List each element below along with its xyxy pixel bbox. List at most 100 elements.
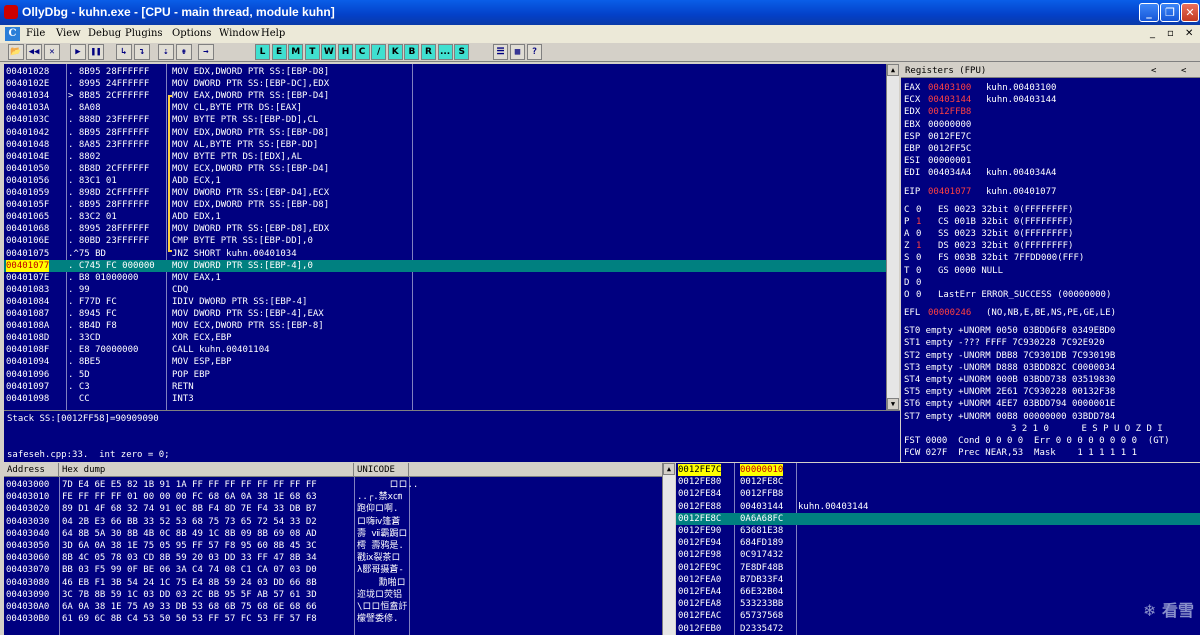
fpu-st2[interactable]: ST2 empty -UNORM DBB8 7C9301DB 7C93019B	[904, 350, 1194, 362]
flag-value[interactable]: 0	[916, 277, 921, 289]
disassembly-scrollbar[interactable]: ▲ ▼	[886, 64, 899, 410]
dump-row[interactable]: 00403060 8B 4C 05 78 03 CD 8B 59 20 03 DD…	[4, 552, 662, 564]
flag-p[interactable]: P 1 CS 001B 32bit 0(FFFFFFFF)	[904, 216, 1194, 228]
register-value[interactable]: 00000246	[928, 307, 971, 319]
scroll-down-icon[interactable]: ▼	[887, 398, 899, 410]
disasm-row[interactable]: 00401065 . 83C2 01 ADD EDX,1	[4, 211, 886, 223]
register-value[interactable]: 0012FF5C	[928, 143, 971, 155]
register-value[interactable]: 0012FE7C	[928, 131, 971, 143]
fpu-status-word[interactable]: FST 0000 Cond 0 0 0 0 Err 0 0 0 0 0 0 0 …	[904, 435, 1170, 447]
register-edx[interactable]: EDX 0012FFB8	[904, 106, 1194, 118]
disasm-row[interactable]: 0040105F . 8B95 28FFFFFF MOV EDX,DWORD PTR…	[4, 199, 886, 211]
register-esi[interactable]: ESI 00000001	[904, 155, 1194, 167]
menu-view[interactable]: View	[56, 28, 81, 39]
dump-row[interactable]: 00403020 89 D1 4F 68 32 74 91 0C 8B F4 8D…	[4, 503, 662, 515]
toolbar-window-12[interactable]: S	[454, 44, 470, 60]
disassembly-pane[interactable]: 00401028 . 8B95 28FFFFFF MOV EDX,DWORD PTR…	[4, 64, 886, 410]
menu-plugins[interactable]: Plugins	[125, 28, 163, 39]
disasm-row[interactable]: 00401084 . F77D FC IDIV DWORD PTR SS:[EBP-…	[4, 296, 886, 308]
mdi-restore-button[interactable]: ▫	[1167, 28, 1174, 39]
disasm-row[interactable]: 00401028 . 8B95 28FFFFFF MOV EDX,DWORD PTR…	[4, 66, 886, 78]
toolbar-window-7[interactable]: /	[371, 44, 387, 60]
scroll-up-icon[interactable]: ▲	[663, 463, 675, 475]
disasm-row[interactable]: 00401050 . 8B8D 2CFFFFFF MOV ECX,DWORD PTR…	[4, 163, 886, 175]
register-eax[interactable]: EAX 00403100 kuhn.00403100	[904, 82, 1194, 94]
dump-row[interactable]: 00403090 3C 7B 8B 59 1C 03 DD 03 2C BB 95…	[4, 589, 662, 601]
register-eip[interactable]: EIP 00401077 kuhn.00401077	[904, 186, 1194, 198]
dump-header-hex[interactable]: Hex dump	[59, 463, 354, 477]
toolbar-window-9[interactable]: B	[404, 44, 420, 60]
register-esp[interactable]: ESP 0012FE7C	[904, 131, 1194, 143]
toolbar-window-10[interactable]: R	[421, 44, 436, 60]
flag-value[interactable]: 0	[916, 204, 921, 216]
toolbar-window-6[interactable]: C	[354, 44, 370, 60]
toolbar-window-4[interactable]: W	[321, 44, 337, 60]
registers-arrow-left[interactable]: <	[1151, 64, 1156, 78]
fpu-st3[interactable]: ST3 empty -UNORM D888 03BDD82C C0000034	[904, 362, 1194, 374]
disasm-row[interactable]: 0040106E . 80BD 23FFFFFF CMP BYTE PTR SS:[…	[4, 235, 886, 247]
fpu-st5[interactable]: ST5 empty +UNORM 2E61 7C930228 00132F38	[904, 386, 1194, 398]
flag-d[interactable]: D0	[904, 277, 1194, 289]
disasm-row[interactable]: 00401075 .^75 BD JNZ SHORT kuhn.00401034	[4, 248, 886, 260]
toolbar-button-1[interactable]: ◀◀	[26, 44, 42, 60]
disasm-row[interactable]: 0040102E . 8995 24FFFFFF MOV DWORD PTR SS:…	[4, 78, 886, 90]
flag-value[interactable]: 1	[916, 240, 921, 252]
toolbar-button-9[interactable]: →	[198, 44, 214, 60]
toolbar-window-11[interactable]: ...	[437, 44, 453, 60]
fpu-st1[interactable]: ST1 empty -??? FFFF 7C930228 7C92E920	[904, 337, 1194, 349]
stack-row[interactable]: 0012FE98 0C917432	[676, 549, 1200, 561]
dump-row[interactable]: 00403040 64 8B 5A 30 8B 4B 0C 8B 49 1C 8B…	[4, 528, 662, 540]
fpu-st0[interactable]: ST0 empty +UNORM 0050 03BDD6F8 0349EBD0	[904, 325, 1194, 337]
disasm-row[interactable]: 0040108A . 8B4D F8 MOV ECX,DWORD PTR SS:[E…	[4, 320, 886, 332]
dump-header-unicode[interactable]: UNICODE	[354, 463, 409, 477]
register-edi[interactable]: EDI 004034A4 kuhn.004034A4	[904, 167, 1194, 179]
menu-options[interactable]: Options	[172, 28, 211, 39]
toolbar-button-7[interactable]: ⇣	[158, 44, 174, 60]
flag-c[interactable]: C 0 ES 0023 32bit 0(FFFFFFFF)	[904, 204, 1194, 216]
toolbar-button-3[interactable]: ▶	[70, 44, 86, 60]
dump-row[interactable]: 00403010 FE FF FF FF 01 00 00 00 FC 68 6A…	[4, 491, 662, 503]
registers-arrow-right[interactable]: <	[1181, 64, 1186, 78]
dump-row[interactable]: 00403030 04 2B E3 66 BB 33 52 53 68 75 73…	[4, 516, 662, 528]
registers-pane[interactable]: Registers (FPU) < < EAX 00403100 kuhn.0040…	[901, 64, 1200, 462]
stack-row[interactable]: 0012FEAC 65737568	[676, 610, 1200, 622]
stack-row[interactable]: 0012FE9C 7E8DF48B	[676, 562, 1200, 574]
fpu-st7[interactable]: ST7 empty +UNORM 00B8 00000000 03BDD784	[904, 411, 1194, 423]
stack-row[interactable]: 0012FE94 684FD189	[676, 537, 1200, 549]
fpu-control-word[interactable]: FCW 027F Prec NEAR,53 Mask 1 1 1 1 1 1	[904, 447, 1137, 459]
flag-t[interactable]: T 0 GS 0000 NULL	[904, 265, 1194, 277]
toolbar-window-0[interactable]: L	[255, 44, 270, 60]
dump-row[interactable]: 00403070 BB 03 F5 99 0F BE 06 3A C4 74 08…	[4, 564, 662, 576]
toolbar-window-1[interactable]: E	[271, 44, 287, 60]
flag-s[interactable]: S 0 FS 003B 32bit 7FFDD000(FFF)	[904, 252, 1194, 264]
stack-row[interactable]: 0012FEB0 D2335472	[676, 623, 1200, 635]
disasm-row[interactable]: 00401059 . 898D 2CFFFFFF MOV DWORD PTR SS:…	[4, 187, 886, 199]
register-value[interactable]: 00403144	[928, 94, 971, 106]
toolbar-button-4[interactable]: ❚❚	[88, 44, 104, 60]
cpu-window-icon[interactable]: C	[5, 27, 20, 41]
menu-file[interactable]: File	[26, 28, 45, 39]
dump-row[interactable]: 00403000 7D E4 6E E5 82 1B 91 1A FF FF FF…	[4, 479, 662, 491]
dump-row[interactable]: 00403050 3D 6A 0A 38 1E 75 05 95 FF 57 F8…	[4, 540, 662, 552]
disasm-row[interactable]: 0040103C . 888D 23FFFFFF MOV BYTE PTR SS:[…	[4, 114, 886, 126]
disasm-row[interactable]: 00401083 . 99 CDQ	[4, 284, 886, 296]
dump-header-address[interactable]: Address	[4, 463, 59, 477]
stack-pane[interactable]: ❄ 看雪 0012FE7C 00000010 0012FE80 0012FE8C 001…	[676, 463, 1200, 635]
stack-row[interactable]: 0012FE88 00403144 kuhn.00403144	[676, 501, 1200, 513]
disasm-row[interactable]: 00401094 . 8BE5 MOV ESP,EBP	[4, 356, 886, 368]
register-value[interactable]: 00000001	[928, 155, 971, 167]
stack-row[interactable]: 0012FEA0 B7DB33F4	[676, 574, 1200, 586]
flag-value[interactable]: 0	[916, 228, 921, 240]
toolbar-button-2[interactable]: ✕	[44, 44, 60, 60]
disasm-row[interactable]: 0040103A . 8A08 MOV CL,BYTE PTR DS:[EAX]	[4, 102, 886, 114]
flag-value[interactable]: 0	[916, 252, 921, 264]
register-value[interactable]: 00401077	[928, 186, 971, 198]
minimize-button[interactable]: _	[1139, 3, 1159, 22]
flag-value[interactable]: 1	[916, 216, 921, 228]
disasm-row[interactable]: 00401056 . 83C1 01 ADD ECX,1	[4, 175, 886, 187]
stack-row[interactable]: 0012FE90 63681E38	[676, 525, 1200, 537]
dump-row[interactable]: 004030B0 61 69 6C 8B C4 53 50 50 53 FF 57…	[4, 613, 662, 625]
register-ecx[interactable]: ECX 00403144 kuhn.00403144	[904, 94, 1194, 106]
register-value[interactable]: 0012FFB8	[928, 106, 971, 118]
disasm-row[interactable]: 00401068 . 8995 28FFFFFF MOV DWORD PTR SS:…	[4, 223, 886, 235]
